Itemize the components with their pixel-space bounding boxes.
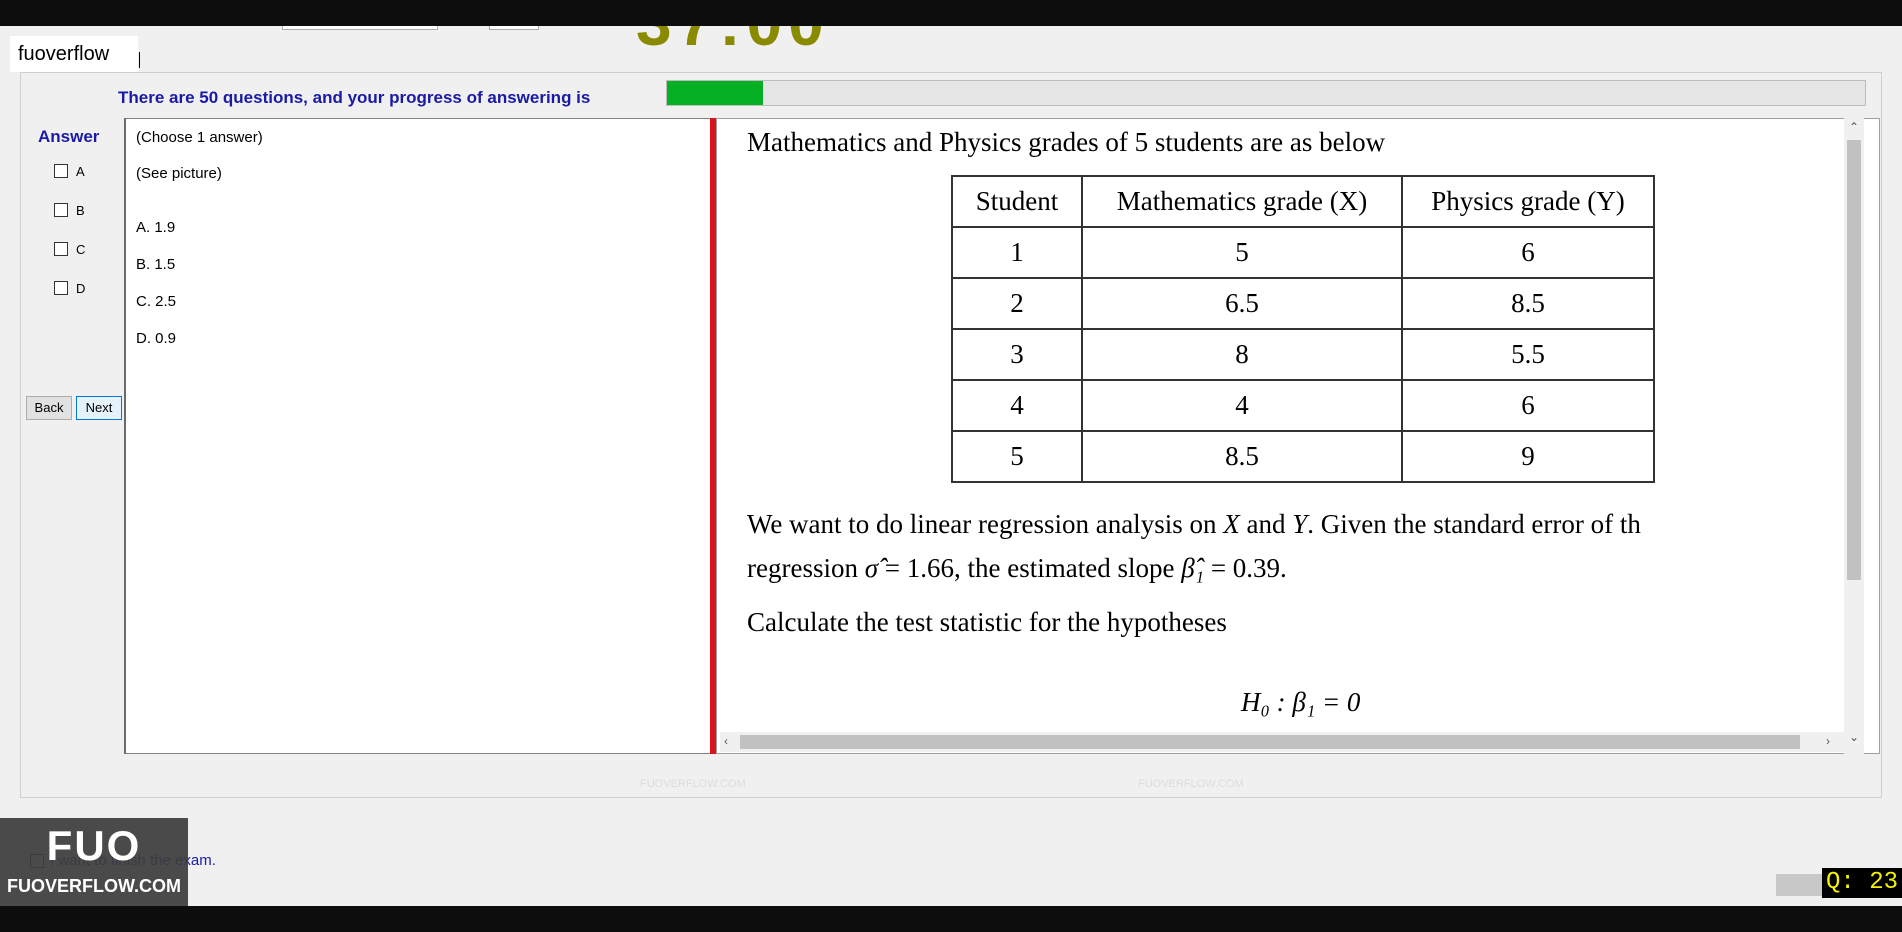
- brand-tab: fuoverflow: [10, 36, 138, 72]
- logo-mark: FUO: [46, 822, 142, 869]
- progress-label: There are 50 questions, and your progres…: [118, 88, 591, 107]
- table-cell: 5: [1081, 226, 1403, 279]
- table-cell: 1: [951, 226, 1083, 279]
- table-header-row: Student Mathematics grade (X) Physics gr…: [951, 175, 1655, 228]
- text-run: regression: [747, 553, 865, 583]
- table-cell: 9: [1401, 430, 1655, 483]
- table-cell: 8: [1081, 328, 1403, 381]
- answer-option-label: D: [76, 280, 86, 296]
- vertical-scrollbar[interactable]: ⌃ ⌄: [1844, 118, 1864, 754]
- table-row: 1 5 6: [951, 226, 1655, 279]
- table-row: 4 4 6: [951, 379, 1655, 432]
- table-cell: 5: [951, 430, 1083, 483]
- question-note: (See picture): [136, 165, 222, 182]
- question-text-panel[interactable]: (Choose 1 answer) (See picture) A. 1.9 B…: [124, 118, 711, 754]
- next-button[interactable]: Next: [76, 396, 122, 420]
- table-row: 5 8.5 9: [951, 430, 1655, 483]
- problem-line-2: regression σ̂ = 1.66, the estimated slop…: [747, 553, 1287, 584]
- table-cell: 4: [951, 379, 1083, 432]
- table-cell: 8.5: [1401, 277, 1655, 330]
- table-cell: 6: [1401, 226, 1655, 279]
- progress-bar: [666, 80, 1866, 106]
- scroll-left-arrow-icon[interactable]: ‹: [724, 734, 728, 748]
- variable-y: Y: [1292, 509, 1308, 539]
- table-cell: 4: [1081, 379, 1403, 432]
- answer-option-label: B: [76, 202, 85, 218]
- checkbox-icon[interactable]: [54, 242, 68, 256]
- answer-option-label: C: [76, 241, 86, 257]
- scroll-down-arrow-icon[interactable]: ⌄: [1849, 730, 1859, 744]
- watermark-site: FUOVERFLOW.COM: [640, 778, 746, 790]
- answer-option-d[interactable]: D: [54, 279, 85, 297]
- choice-b: B. 1.5: [136, 256, 176, 273]
- table-cell: 3: [951, 328, 1083, 381]
- hypothesis: H₀ : β₁ = 0: [1241, 687, 1361, 717]
- grades-table: Student Mathematics grade (X) Physics gr…: [951, 175, 1655, 483]
- choice-c: C. 2.5: [136, 293, 177, 310]
- variable-x: X: [1223, 509, 1240, 539]
- answer-option-b[interactable]: B: [54, 201, 85, 219]
- vertical-scroll-thumb[interactable]: [1847, 140, 1861, 580]
- progress-fill: [667, 81, 763, 105]
- text-run: = 1.66, the estimated slope: [878, 553, 1182, 583]
- checkbox-icon[interactable]: [54, 164, 68, 178]
- checkbox-icon[interactable]: [54, 203, 68, 217]
- table-header-cell: Physics grade (Y): [1401, 175, 1655, 228]
- question-nav-bar: [1776, 874, 1824, 896]
- countdown-timer: 37:00: [636, 26, 830, 60]
- horizontal-scroll-thumb[interactable]: [740, 735, 1800, 749]
- table-cell: 5.5: [1401, 328, 1655, 381]
- text-run: = 0.39.: [1204, 553, 1287, 583]
- table-cell: 2: [951, 277, 1083, 330]
- watermark-site: FUOVERFLOW.COM: [1138, 778, 1244, 790]
- table-cell: 6.5: [1081, 277, 1403, 330]
- beta-hat-symbol: β̂₁: [1181, 553, 1205, 583]
- top-dropdown[interactable]: [282, 26, 438, 30]
- table-row: 3 8 5.5: [951, 328, 1655, 381]
- back-button[interactable]: Back: [26, 396, 72, 420]
- answer-title: Answer: [38, 127, 100, 146]
- scroll-right-arrow-icon[interactable]: ›: [1826, 734, 1830, 748]
- table-header-cell: Mathematics grade (X): [1081, 175, 1403, 228]
- question-image-panel: Mathematics and Physics grades of 5 stud…: [716, 118, 1880, 754]
- checkbox-icon[interactable]: [54, 281, 68, 295]
- table-cell: 8.5: [1081, 430, 1403, 483]
- table-header-cell: Student: [951, 175, 1083, 228]
- answer-option-a[interactable]: A: [54, 162, 85, 180]
- logo-site: FUOVERFLOW.COM: [7, 876, 181, 896]
- problem-line-1: We want to do linear regression analysis…: [747, 509, 1641, 540]
- sigma-hat-symbol: σ̂: [864, 553, 879, 583]
- exam-window: 37:00 fuoverflow FUO FUO FUO FUO FUOVERF…: [0, 26, 1902, 906]
- choice-a: A. 1.9: [136, 219, 176, 236]
- problem-line-3: Calculate the test statistic for the hyp…: [747, 607, 1227, 637]
- text-run: and: [1239, 509, 1293, 539]
- text-run: . Given the standard error of th: [1307, 509, 1641, 539]
- fuo-logo: FUO FUOVERFLOW.COM: [0, 818, 188, 906]
- text-run: We want to do linear regression analysis…: [747, 509, 1224, 539]
- scroll-up-arrow-icon[interactable]: ⌃: [1849, 120, 1859, 134]
- table-cell: 6: [1401, 379, 1655, 432]
- choice-d: D. 0.9: [136, 330, 177, 347]
- answer-option-c[interactable]: C: [54, 240, 85, 258]
- table-row: 2 6.5 8.5: [951, 277, 1655, 330]
- image-heading: Mathematics and Physics grades of 5 stud…: [747, 127, 1386, 157]
- text-caret: [139, 52, 140, 68]
- question-number: Q: 23: [1822, 868, 1902, 898]
- top-small-control[interactable]: [489, 26, 539, 30]
- horizontal-scrollbar[interactable]: ‹ ›: [720, 732, 1844, 752]
- question-instruction: (Choose 1 answer): [136, 129, 263, 146]
- answer-option-label: A: [76, 163, 85, 179]
